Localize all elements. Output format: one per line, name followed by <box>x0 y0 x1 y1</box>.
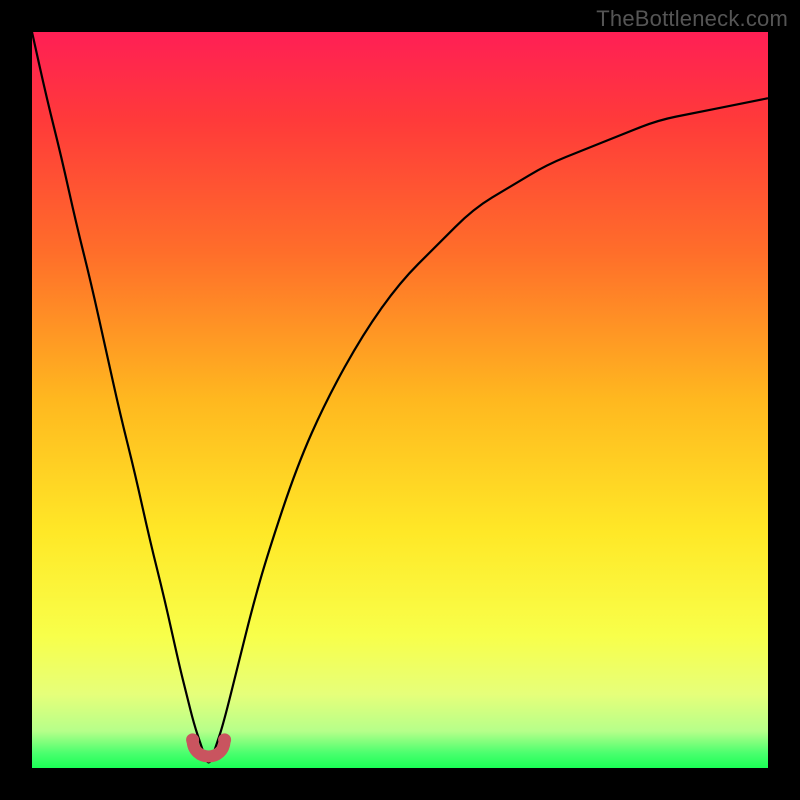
plot-area <box>32 32 768 768</box>
bottleneck-curve <box>32 32 768 768</box>
curve-path <box>32 32 768 762</box>
chart-frame: TheBottleneck.com <box>0 0 800 800</box>
watermark-text: TheBottleneck.com <box>596 6 788 32</box>
notch-marker <box>186 733 231 756</box>
